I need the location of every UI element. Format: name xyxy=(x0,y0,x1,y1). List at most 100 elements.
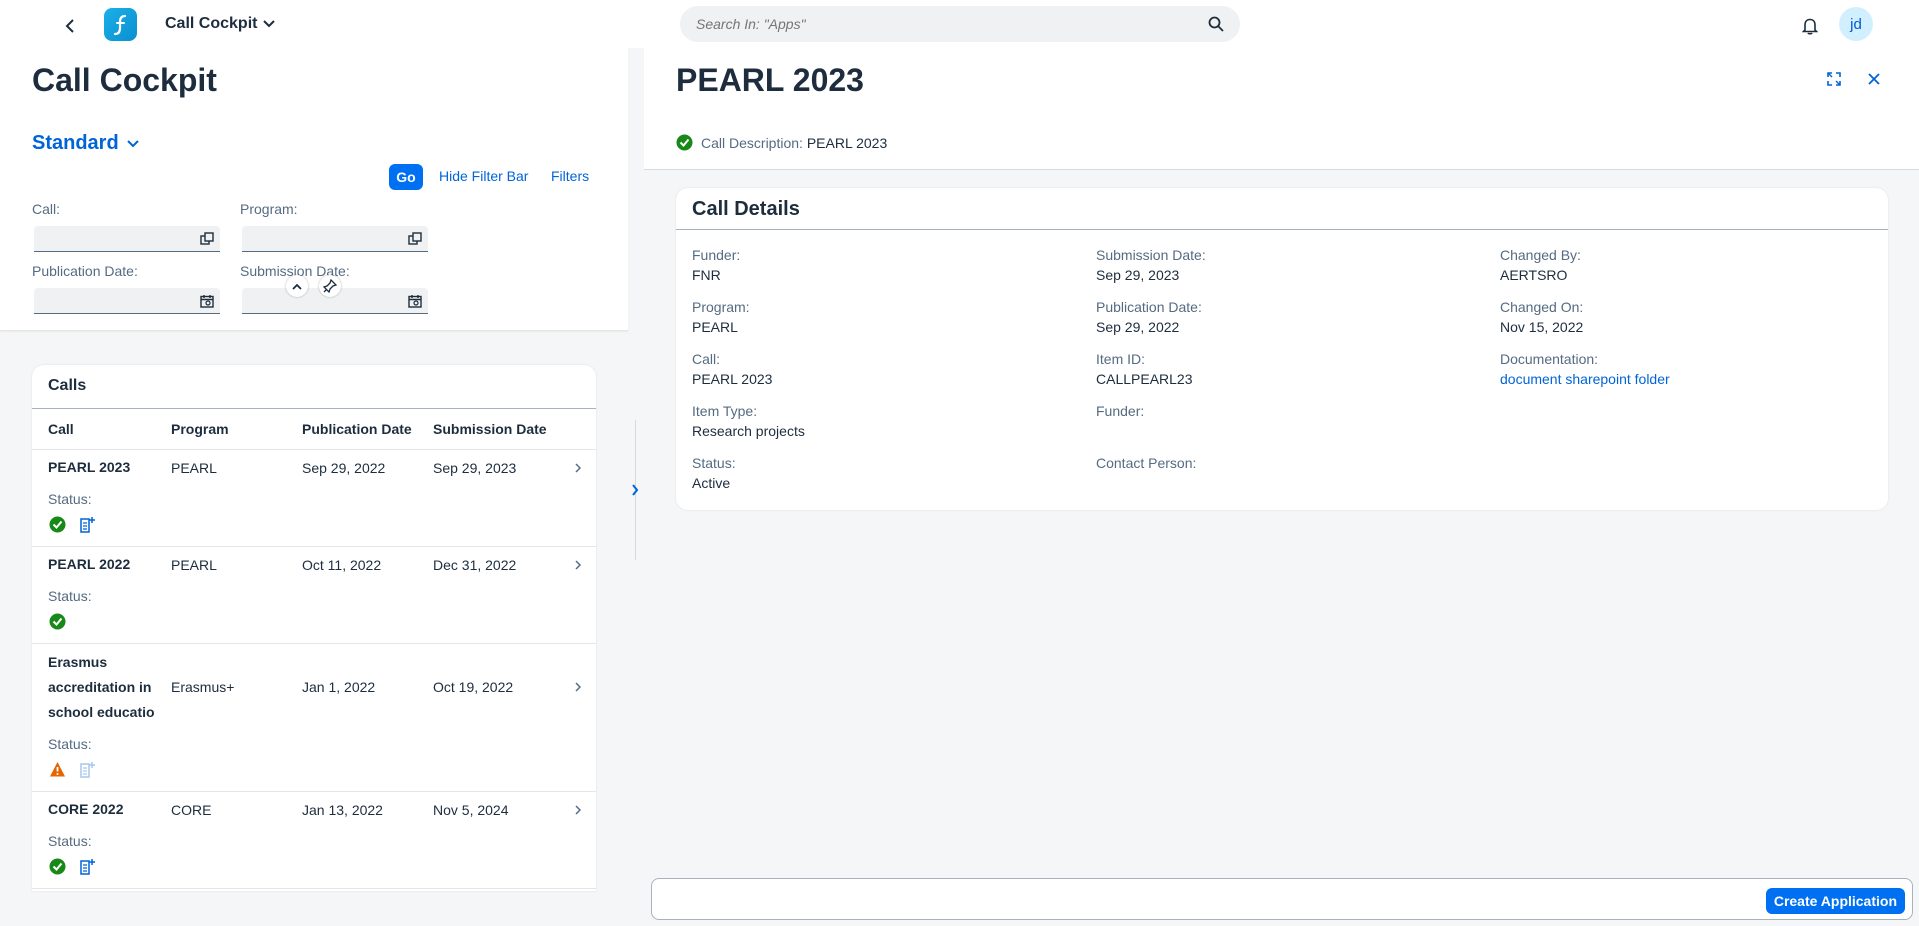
calendar-icon xyxy=(408,294,422,308)
bell-icon xyxy=(1802,18,1818,35)
create-application-button[interactable]: Create Application xyxy=(1765,888,1905,914)
submission-date-label: Submission Date: xyxy=(1096,247,1206,263)
row-submission-date: Dec 31, 2022 xyxy=(433,557,517,573)
row-status-label: Status: xyxy=(48,833,92,849)
search-field[interactable] xyxy=(680,6,1240,42)
call-details-section: Call Details Funder: FNR Program: PEARL … xyxy=(676,188,1888,510)
item-type-label: Item Type: xyxy=(692,403,758,419)
publication-date-value: Sep 29, 2022 xyxy=(1096,319,1180,335)
divider xyxy=(32,408,596,409)
row-publication-date: Jan 1, 2022 xyxy=(302,679,376,695)
row-submission-date: Nov 5, 2024 xyxy=(433,802,509,818)
success-icon xyxy=(676,134,693,151)
success-icon xyxy=(49,858,66,875)
section-title: Call Details xyxy=(692,198,800,220)
pin-header-button[interactable] xyxy=(319,275,341,297)
documentation-link[interactable]: document sharepoint folder xyxy=(1500,371,1670,387)
app-title-menu[interactable]: Call Cockpit xyxy=(165,15,276,33)
table-row[interactable]: PEARL 2022 PEARL Oct 11, 2022 Dec 31, 20… xyxy=(32,547,596,644)
description-label: Call Description: xyxy=(701,134,803,151)
chevron-left-icon xyxy=(65,19,74,33)
funder-contact-label: Funder: xyxy=(1096,403,1145,419)
fullscreen-button[interactable] xyxy=(1823,68,1845,90)
item-id-label: Item ID: xyxy=(1096,351,1146,367)
collapse-header-button[interactable] xyxy=(286,275,308,297)
call-filter-label: Call: xyxy=(32,201,61,217)
app-logo[interactable] xyxy=(104,8,137,41)
variant-label: Standard xyxy=(32,132,119,154)
avatar[interactable]: jd xyxy=(1839,7,1873,41)
document-add-icon xyxy=(80,762,95,778)
object-title: PEARL 2023 xyxy=(676,62,864,98)
row-call: Erasmus accreditation in school educatio xyxy=(48,654,155,720)
row-submission-date: Oct 19, 2022 xyxy=(433,679,514,695)
row-status-label: Status: xyxy=(48,736,92,752)
call-label: Call: xyxy=(692,351,721,367)
chevron-right-icon xyxy=(572,804,584,816)
filter-header: Call Cockpit Standard Go Hide Filter Bar… xyxy=(0,48,628,331)
close-icon xyxy=(1868,73,1880,85)
chevron-right-icon xyxy=(572,681,584,693)
row-program: Erasmus+ xyxy=(171,679,235,695)
search-input[interactable] xyxy=(696,16,1208,32)
column-header-program[interactable]: Program xyxy=(171,421,229,437)
chevron-down-icon xyxy=(263,20,276,28)
chevron-right-icon xyxy=(572,462,584,474)
document-add-icon[interactable] xyxy=(79,858,96,875)
object-header: PEARL 2023 Call Description: PEARL 2023 xyxy=(644,48,1919,170)
filters-button[interactable]: Filters xyxy=(551,168,589,184)
row-submission-date: Sep 29, 2023 xyxy=(433,460,517,476)
chevron-right-icon xyxy=(572,559,584,571)
status-value: Active xyxy=(692,475,731,491)
logo-icon xyxy=(113,14,126,35)
chevron-right-icon xyxy=(632,484,639,496)
go-button[interactable]: Go xyxy=(389,164,423,190)
table-row[interactable]: CORE 2022 CORE Jan 13, 2022 Nov 5, 2024 … xyxy=(32,792,596,889)
shell-bar: Call Cockpit jd xyxy=(0,0,1919,48)
program-filter-label: Program: xyxy=(240,201,298,217)
warning-icon xyxy=(50,762,65,777)
program-filter-input[interactable] xyxy=(242,226,428,252)
footer-toolbar: Create Application xyxy=(651,878,1913,920)
calls-table: Calls Call Program Publication Date Subm… xyxy=(32,365,596,891)
close-button[interactable] xyxy=(1863,68,1885,90)
expand-pane-button[interactable] xyxy=(626,478,644,502)
column-header-call[interactable]: Call xyxy=(48,421,74,437)
changed-on-value: Nov 15, 2022 xyxy=(1500,319,1584,335)
row-call: PEARL 2023 xyxy=(48,459,131,475)
app-title: Call Cockpit xyxy=(165,15,258,32)
status-label: Status: xyxy=(692,455,736,471)
page-title: Call Cockpit xyxy=(32,62,217,98)
row-status-label: Status: xyxy=(48,588,92,604)
program-label: Program: xyxy=(692,299,750,315)
table-row[interactable]: PEARL 2023 PEARL Sep 29, 2022 Sep 29, 20… xyxy=(32,450,596,547)
column-header-publication-date[interactable]: Publication Date xyxy=(302,421,412,437)
row-publication-date: Jan 13, 2022 xyxy=(302,802,383,818)
chevron-down-icon xyxy=(126,139,139,147)
variant-selector[interactable]: Standard xyxy=(32,132,139,155)
column-header-submission-date[interactable]: Submission Date xyxy=(433,421,547,437)
row-program: PEARL xyxy=(171,557,217,573)
back-button[interactable] xyxy=(58,14,82,38)
divider xyxy=(676,229,1888,230)
publication-filter-input[interactable] xyxy=(34,288,220,314)
hide-filter-bar-button[interactable]: Hide Filter Bar xyxy=(439,168,528,184)
contact-person-label: Contact Person: xyxy=(1096,455,1197,471)
program-value: PEARL xyxy=(692,319,738,335)
chevron-up-icon xyxy=(292,283,302,290)
row-call: CORE 2022 xyxy=(48,801,124,817)
notifications-button[interactable] xyxy=(1798,14,1822,38)
row-program: CORE xyxy=(171,802,212,818)
funder-value: FNR xyxy=(692,267,721,283)
item-id-value: CALLPEARL23 xyxy=(1096,371,1193,387)
value-help-icon xyxy=(200,231,214,245)
submission-date-value: Sep 29, 2023 xyxy=(1096,267,1180,283)
description-value: PEARL 2023 xyxy=(806,134,888,151)
call-filter-input[interactable] xyxy=(34,226,220,252)
row-publication-date: Sep 29, 2022 xyxy=(302,460,386,476)
fullscreen-icon xyxy=(1827,72,1841,86)
table-row[interactable]: Erasmus accreditation in school educatio… xyxy=(32,644,596,792)
row-publication-date: Oct 11, 2022 xyxy=(302,557,382,573)
calls-title: Calls xyxy=(48,377,87,394)
document-add-icon[interactable] xyxy=(79,516,96,533)
